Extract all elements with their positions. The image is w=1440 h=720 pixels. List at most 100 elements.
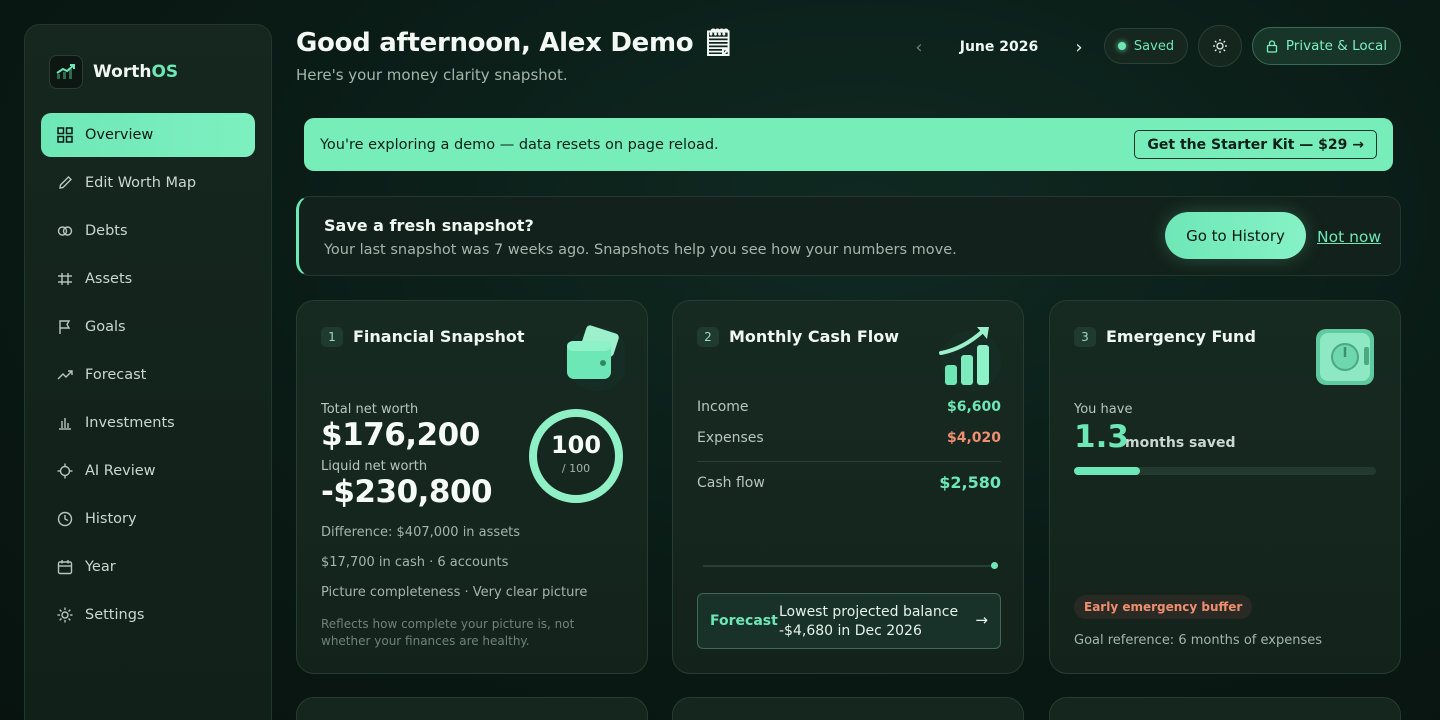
nav-item-investments[interactable]: Investments xyxy=(41,401,255,445)
completeness-max: / 100 xyxy=(561,462,591,475)
cashflow-row: Cash flow $2,580 xyxy=(697,473,1001,492)
monthly-cash-flow-card: 2 Monthly Cash Flow Income $6,600 Expens… xyxy=(672,300,1024,674)
months-saved-label: months saved xyxy=(1125,435,1236,451)
nav-item-assets[interactable]: Assets xyxy=(41,257,255,301)
not-now-link[interactable]: Not now xyxy=(1317,228,1381,246)
nav-label: Year xyxy=(85,559,116,575)
nav-item-edit-worth-map[interactable]: Edit Worth Map xyxy=(41,161,255,205)
privacy-label: Private & Local xyxy=(1285,38,1388,54)
card-partial xyxy=(296,697,648,720)
nav-label: Edit Worth Map xyxy=(85,175,197,191)
go-to-history-button[interactable]: Go to History xyxy=(1165,212,1306,259)
nav-item-forecast[interactable]: Forecast xyxy=(41,353,255,397)
income-row: Income $6,600 xyxy=(697,399,1001,415)
chevron-right-icon[interactable]: › xyxy=(1066,30,1092,64)
completeness-score: 100 xyxy=(550,431,602,459)
nav-label: AI Review xyxy=(85,463,156,479)
reminder-subtitle: Your last snapshot was 7 weeks ago. Snap… xyxy=(324,242,957,258)
divider xyxy=(697,461,1001,462)
completeness-note: Reflects how complete your picture is, n… xyxy=(321,617,575,648)
logo-trend-icon xyxy=(49,55,83,89)
saved-status-badge: Saved xyxy=(1104,28,1188,64)
demo-banner: You're exploring a demo — data resets on… xyxy=(304,118,1393,171)
pencil-icon xyxy=(59,176,72,189)
card-title: Financial Snapshot xyxy=(353,327,525,346)
current-month: June 2026 xyxy=(959,39,1039,55)
goal-reference: Goal reference: 6 months of expenses xyxy=(1074,633,1322,648)
page-subtitle: Here's your money clarity snapshot. xyxy=(296,66,568,84)
nav-label: Investments xyxy=(85,415,175,431)
status-dot-icon xyxy=(1117,42,1126,50)
forecast-label: Forecast xyxy=(710,613,778,629)
nav-label: Assets xyxy=(85,271,133,287)
nav-item-debts[interactable]: Debts xyxy=(41,209,255,253)
cashflow-value: $2,580 xyxy=(939,473,1001,492)
brand[interactable]: WorthOS xyxy=(49,55,178,89)
nav-label: History xyxy=(85,511,137,527)
sun-icon xyxy=(1213,39,1227,53)
forecast-line-2: -$4,680 in Dec 2026 xyxy=(779,623,922,639)
calendar-icon xyxy=(57,560,73,575)
starter-kit-button[interactable]: Get the Starter Kit — $29 → xyxy=(1134,130,1377,159)
snapshot-reminder: Save a fresh snapshot? Your last snapsho… xyxy=(296,196,1401,276)
card-number: 2 xyxy=(697,327,719,347)
liquid-net-worth-value: -$230,800 xyxy=(321,474,493,510)
arrow-right-icon: → xyxy=(975,611,988,629)
sidebar: WorthOS Overview Edit Worth Map Debts As… xyxy=(24,24,272,720)
clock-icon xyxy=(57,511,73,527)
nav-label: Settings xyxy=(85,607,145,623)
gear-icon xyxy=(57,607,73,623)
net-worth-value: $176,200 xyxy=(321,417,480,453)
expenses-value: $4,020 xyxy=(946,430,1001,446)
forecast-link[interactable]: Forecast Lowest projected balance -$4,68… xyxy=(697,593,1001,649)
nav-item-overview[interactable]: Overview xyxy=(41,113,255,157)
bar-chart-icon xyxy=(59,418,71,430)
link-icon xyxy=(57,226,73,236)
nav-label: Debts xyxy=(85,223,128,239)
financial-snapshot-card: 1 Financial Snapshot Total net worth $17… xyxy=(296,300,648,674)
privacy-button[interactable]: Private & Local xyxy=(1252,27,1401,65)
card-partial xyxy=(1049,697,1401,720)
crosshair-icon xyxy=(57,463,73,479)
income-label: Income xyxy=(697,399,749,415)
card-partial xyxy=(672,697,1024,720)
nav-label: Goals xyxy=(85,319,126,335)
forecast-line-1: Lowest projected balance xyxy=(779,604,959,620)
main-nav: Overview Edit Worth Map Debts Assets Goa… xyxy=(41,113,255,641)
emergency-fund-card: 3 Emergency Fund You have 1.3 months sav… xyxy=(1049,300,1401,674)
status-badge: Early emergency buffer xyxy=(1074,595,1253,619)
demo-banner-text: You're exploring a demo — data resets on… xyxy=(320,136,719,153)
difference-text: Difference: $407,000 in assets xyxy=(321,525,521,540)
nav-label: Overview xyxy=(85,127,154,143)
assets-icon xyxy=(58,273,72,285)
card-number: 3 xyxy=(1074,327,1096,347)
emergency-progress-bar xyxy=(1074,467,1376,475)
nav-item-ai-review[interactable]: AI Review xyxy=(41,449,255,493)
nav-item-history[interactable]: History xyxy=(41,497,255,541)
lock-icon xyxy=(1266,39,1278,53)
nav-item-settings[interactable]: Settings xyxy=(41,593,255,637)
emergency-progress-fill xyxy=(1074,467,1141,475)
trend-icon xyxy=(57,370,73,380)
theme-toggle-button[interactable] xyxy=(1198,25,1242,67)
net-worth-label: Total net worth xyxy=(321,402,419,417)
growth-chart-icon xyxy=(939,327,1001,391)
cashflow-label: Cash flow xyxy=(697,474,765,491)
month-navigator: ‹ June 2026 › xyxy=(906,30,1092,64)
cashflow-track xyxy=(703,565,995,567)
card-number: 1 xyxy=(321,327,343,347)
chevron-left-icon[interactable]: ‹ xyxy=(906,30,932,64)
flag-icon xyxy=(59,320,71,334)
cash-text: $17,700 in cash · 6 accounts xyxy=(321,555,509,570)
saved-label: Saved xyxy=(1133,38,1175,54)
card-title: Emergency Fund xyxy=(1106,327,1256,346)
income-value: $6,600 xyxy=(946,399,1001,415)
nav-item-year[interactable]: Year xyxy=(41,545,255,589)
liquid-net-worth-label: Liquid net worth xyxy=(321,459,428,474)
grid-icon xyxy=(57,127,73,143)
card-title: Monthly Cash Flow xyxy=(729,327,900,346)
completeness-text: Picture completeness · Very clear pictur… xyxy=(321,585,588,600)
nav-item-goals[interactable]: Goals xyxy=(41,305,255,349)
track-marker xyxy=(991,562,998,569)
months-saved-value: 1.3 xyxy=(1074,419,1129,455)
